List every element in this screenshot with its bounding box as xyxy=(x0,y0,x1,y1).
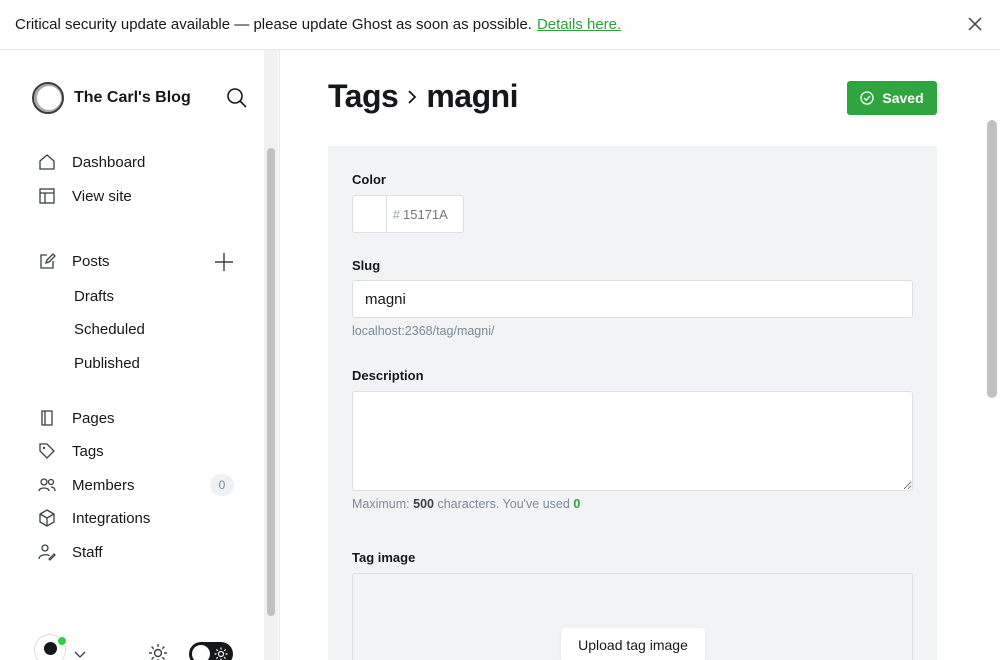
slug-url-hint: localhost:2368/tag/magni/ xyxy=(352,324,495,338)
sidebar-item-label: Staff xyxy=(72,543,103,561)
edit-post-icon xyxy=(40,253,56,269)
view-site-icon xyxy=(39,188,55,204)
sidebar-item-label: View site xyxy=(72,187,132,205)
sidebar-item-label: Pages xyxy=(72,409,115,427)
tag-image-dropzone[interactable]: Upload tag image xyxy=(352,573,913,660)
main-scrollbar[interactable] xyxy=(987,120,997,398)
sidebar-item-drafts[interactable]: Drafts xyxy=(74,282,114,310)
check-circle-icon xyxy=(860,91,875,105)
sidebar-item-label: Tags xyxy=(72,442,104,460)
slug-label: Slug xyxy=(352,258,381,273)
sidebar-item-label: Dashboard xyxy=(72,153,146,171)
banner-details-link[interactable]: Details here. xyxy=(537,16,621,33)
avatar-image xyxy=(44,642,57,655)
breadcrumb: Tags magni xyxy=(328,78,519,115)
tag-icon xyxy=(39,443,55,459)
online-status-dot xyxy=(57,636,67,646)
hint-mid: characters. You've used xyxy=(437,497,570,511)
description-label: Description xyxy=(352,368,424,383)
sidebar-item-integrations[interactable]: Integrations xyxy=(32,503,242,533)
saved-button[interactable]: Saved xyxy=(847,81,937,115)
security-banner: Critical security update available — ple… xyxy=(0,0,1000,50)
site-brand[interactable]: The Carl's Blog xyxy=(32,82,191,114)
toggle-knob xyxy=(192,645,210,660)
staff-icon xyxy=(38,544,56,561)
sidebar: The Carl's Blog Dashboard View site Post… xyxy=(0,50,280,660)
color-label: Color xyxy=(352,172,386,187)
add-post-icon[interactable] xyxy=(214,252,234,272)
tag-image-label: Tag image xyxy=(352,550,416,565)
color-hex-input[interactable] xyxy=(403,206,463,222)
site-title: The Carl's Blog xyxy=(74,89,191,106)
hint-max: 500 xyxy=(413,497,434,511)
color-hex-field: # xyxy=(387,196,463,232)
home-icon xyxy=(39,154,55,170)
page-title: magni xyxy=(426,78,519,114)
gear-icon[interactable] xyxy=(147,642,169,660)
tag-settings-panel: Color # Slug localhost:2368/tag/magni/ D… xyxy=(328,146,937,660)
sidebar-item-label: Members xyxy=(72,476,135,494)
close-icon[interactable] xyxy=(966,15,984,33)
sidebar-item-staff[interactable]: Staff xyxy=(32,537,242,567)
hint-used-count: 0 xyxy=(573,497,581,511)
hint-prefix: Maximum: xyxy=(352,497,410,511)
sidebar-item-posts[interactable]: Posts xyxy=(32,246,202,276)
theme-toggle[interactable] xyxy=(189,642,233,660)
slug-input[interactable] xyxy=(352,280,913,318)
main-content: Tags magni Saved Color # Slug localhost:… xyxy=(280,50,1000,660)
sidebar-item-view-site[interactable]: View site xyxy=(32,181,242,211)
color-field: # xyxy=(352,195,464,233)
description-textarea[interactable] xyxy=(352,391,913,491)
description-hint: Maximum: 500 characters. You've used 0 xyxy=(352,497,580,511)
banner-message: Critical security update available — ple… xyxy=(15,16,532,33)
color-swatch[interactable] xyxy=(353,196,387,232)
members-icon xyxy=(38,478,56,492)
sidebar-item-pages[interactable]: Pages xyxy=(32,403,242,433)
sidebar-scrollbar[interactable] xyxy=(267,148,275,616)
chevron-right-icon xyxy=(408,89,417,104)
sidebar-item-dashboard[interactable]: Dashboard xyxy=(32,147,242,177)
sidebar-item-tags[interactable]: Tags xyxy=(32,436,242,466)
chevron-down-icon[interactable] xyxy=(74,648,86,660)
saved-label: Saved xyxy=(882,90,924,106)
sidebar-item-label: Posts xyxy=(72,252,110,270)
sun-icon xyxy=(214,647,228,660)
site-logo xyxy=(32,82,64,114)
upload-tag-image-button[interactable]: Upload tag image xyxy=(561,628,705,660)
sidebar-item-published[interactable]: Published xyxy=(74,349,140,377)
members-count-badge: 0 xyxy=(210,474,234,496)
sidebar-item-scheduled[interactable]: Scheduled xyxy=(74,315,145,343)
search-icon[interactable] xyxy=(226,87,248,109)
integrations-icon xyxy=(39,509,55,527)
sidebar-item-label: Integrations xyxy=(72,509,151,527)
pages-icon xyxy=(41,410,53,426)
hash-symbol: # xyxy=(392,206,400,222)
breadcrumb-tags-link[interactable]: Tags xyxy=(328,78,399,115)
